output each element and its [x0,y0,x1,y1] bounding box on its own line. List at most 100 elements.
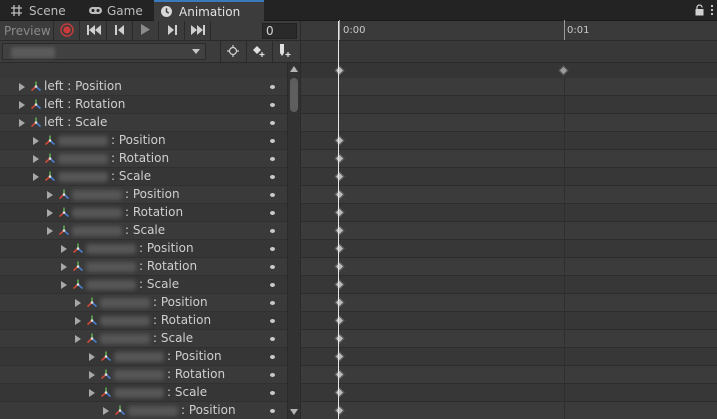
keyframe-lane[interactable] [301,186,717,204]
summary-keyframe[interactable] [558,65,569,76]
foldout-arrow-icon[interactable] [33,137,39,145]
scroll-up-arrow-icon[interactable] [290,66,298,72]
property-row[interactable]: : Position [0,186,287,204]
clip-selector-dropdown[interactable] [2,43,206,60]
tab-game[interactable]: Game [82,0,152,21]
tab-scene[interactable]: Scene [4,0,74,21]
foldout-arrow-icon[interactable] [75,317,81,325]
foldout-arrow-icon[interactable] [89,371,95,379]
keyframe-lane[interactable] [301,114,717,132]
record-button[interactable] [54,21,80,41]
keyframe[interactable] [334,351,345,362]
keyframe[interactable] [334,243,345,254]
keyframe-lane[interactable] [301,276,717,294]
keyframe-lane[interactable] [301,312,717,330]
property-options-dot-icon[interactable] [270,229,275,233]
scroll-thumb[interactable] [290,78,298,112]
property-row[interactable]: : Rotation [0,204,287,222]
keyframe-lane[interactable] [301,96,717,114]
keyframe-lane[interactable] [301,78,717,96]
kebab-menu-icon[interactable] [710,4,714,16]
keyframe[interactable] [334,279,345,290]
preview-button[interactable]: Preview [0,21,54,41]
keyframe[interactable] [334,189,345,200]
property-options-dot-icon[interactable] [270,85,275,89]
foldout-arrow-icon[interactable] [61,281,67,289]
keyframe-lane[interactable] [301,222,717,240]
property-options-dot-icon[interactable] [270,391,275,395]
last-keyframe-button[interactable] [185,21,211,41]
keyframe-lane[interactable] [301,132,717,150]
keyframe-lane[interactable] [301,348,717,366]
foldout-arrow-icon[interactable] [33,173,39,181]
property-options-dot-icon[interactable] [270,211,275,215]
property-row[interactable]: : Scale [0,330,287,348]
property-row[interactable]: : Rotation [0,366,287,384]
summary-keyframe[interactable] [334,65,345,76]
property-row[interactable]: : Rotation [0,150,287,168]
property-row[interactable]: : Position [0,132,287,150]
keyframe[interactable] [334,171,345,182]
foldout-arrow-icon[interactable] [75,299,81,307]
property-options-dot-icon[interactable] [270,319,275,323]
foldout-arrow-icon[interactable] [61,263,67,271]
foldout-arrow-icon[interactable] [75,335,81,343]
keyframe[interactable] [334,387,345,398]
lock-icon[interactable] [695,4,704,16]
keyframe[interactable] [334,261,345,272]
property-options-dot-icon[interactable] [270,175,275,179]
property-row[interactable]: : Scale [0,276,287,294]
keyframe-lane[interactable] [301,402,717,419]
keyframe[interactable] [334,369,345,380]
frame-number-input[interactable]: 0 [262,23,297,39]
tab-animation[interactable]: Animation [154,0,264,22]
property-options-dot-icon[interactable] [270,247,275,251]
property-list-scrollbar[interactable] [287,63,300,419]
property-row[interactable]: : Scale [0,222,287,240]
keyframe[interactable] [334,333,345,344]
foldout-arrow-icon[interactable] [47,209,53,217]
keyframe[interactable] [334,153,345,164]
property-row[interactable]: left : Position [0,78,287,96]
property-options-dot-icon[interactable] [270,283,275,287]
keyframe-lane[interactable] [301,150,717,168]
keyframe[interactable] [334,297,345,308]
keyframe[interactable] [334,315,345,326]
foldout-arrow-icon[interactable] [19,101,25,109]
property-row[interactable]: left : Scale [0,114,287,132]
property-row[interactable]: left : Rotation [0,96,287,114]
property-row[interactable]: : Rotation [0,312,287,330]
first-keyframe-button[interactable] [81,21,107,41]
property-options-dot-icon[interactable] [270,409,275,413]
property-options-dot-icon[interactable] [270,121,275,125]
keyframe[interactable] [334,207,345,218]
filter-by-selection-button[interactable] [220,41,245,63]
scroll-down-arrow-icon[interactable] [290,409,298,415]
foldout-arrow-icon[interactable] [47,227,53,235]
property-row[interactable]: : Rotation [0,258,287,276]
keyframe-lane[interactable] [301,384,717,402]
keyframe[interactable] [334,405,345,416]
play-button[interactable] [133,21,159,41]
property-options-dot-icon[interactable] [270,103,275,107]
foldout-arrow-icon[interactable] [19,83,25,91]
property-options-dot-icon[interactable] [270,337,275,341]
keyframe-lane[interactable] [301,258,717,276]
property-options-dot-icon[interactable] [270,265,275,269]
keyframe-lane[interactable] [301,204,717,222]
timeline-ruler[interactable]: 0:00 0:01 [300,20,717,41]
keyframe-lane[interactable] [301,168,717,186]
keyframe-lane[interactable] [301,240,717,258]
foldout-arrow-icon[interactable] [89,389,95,397]
keyframe-lane[interactable] [301,366,717,384]
property-options-dot-icon[interactable] [270,355,275,359]
property-row[interactable]: : Position [0,294,287,312]
property-options-dot-icon[interactable] [270,157,275,161]
foldout-arrow-icon[interactable] [19,119,25,127]
event-lane[interactable] [300,41,717,63]
keyframe[interactable] [334,225,345,236]
keyframe-lane[interactable] [301,294,717,312]
property-row[interactable]: : Scale [0,168,287,186]
next-keyframe-button[interactable] [159,21,185,41]
property-options-dot-icon[interactable] [270,193,275,197]
